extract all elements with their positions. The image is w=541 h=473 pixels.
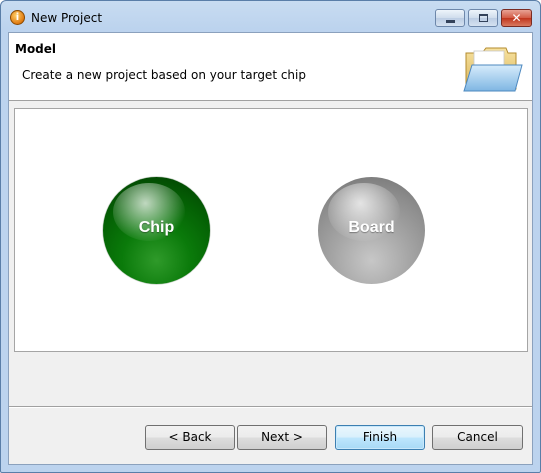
title-bar[interactable]: i New Project ✕ (1, 1, 540, 32)
chip-option[interactable]: Chip (103, 177, 210, 284)
cancel-button[interactable]: Cancel (432, 425, 523, 450)
folder-open-icon (463, 47, 523, 92)
new-project-dialog: i New Project ✕ Model Create a new proje… (0, 0, 541, 473)
back-button[interactable]: < Back (145, 425, 235, 450)
footer-divider (9, 406, 532, 408)
board-option[interactable]: Board (318, 177, 425, 284)
minimize-button[interactable] (435, 9, 465, 27)
window-title: New Project (31, 11, 103, 25)
app-info-icon: i (10, 10, 25, 25)
page-title: Model (15, 42, 57, 56)
minimize-icon (446, 20, 455, 23)
dialog-body: Model Create a new project based on your… (8, 32, 533, 465)
chip-option-label: Chip (138, 219, 175, 236)
board-option-label: Board (348, 219, 395, 236)
maximize-button[interactable] (468, 9, 498, 27)
page-description: Create a new project based on your targe… (22, 68, 306, 82)
maximize-icon (479, 14, 488, 22)
wizard-header: Model Create a new project based on your… (9, 33, 532, 101)
close-icon: ✕ (511, 11, 522, 25)
close-button[interactable]: ✕ (501, 9, 532, 27)
model-selection-panel: Chip Board (14, 108, 528, 352)
next-button[interactable]: Next > (237, 425, 327, 450)
finish-button[interactable]: Finish (335, 425, 425, 450)
